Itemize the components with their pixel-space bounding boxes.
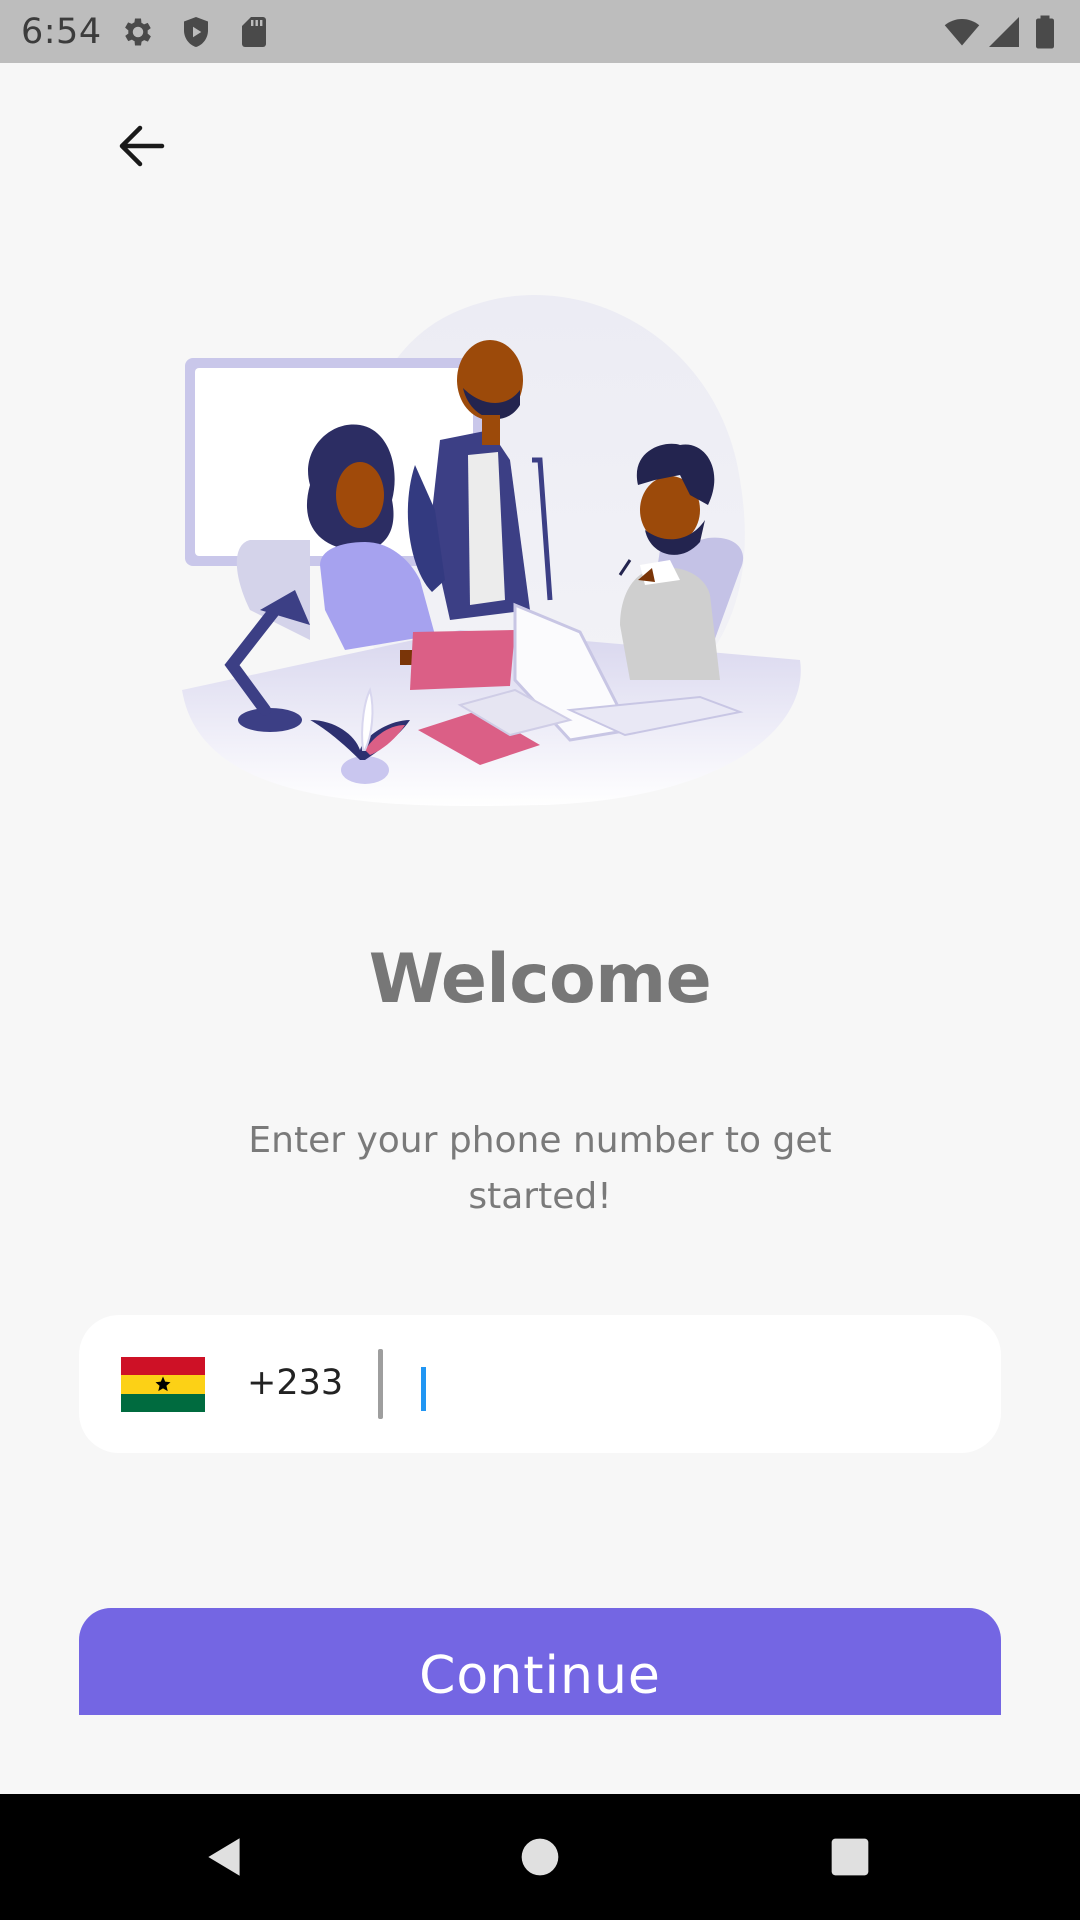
text-caret	[421, 1367, 426, 1411]
status-time: 6:54	[21, 12, 102, 52]
page-title: Welcome	[368, 940, 712, 1019]
back-button[interactable]	[104, 108, 180, 184]
arrow-left-icon	[119, 125, 165, 167]
system-home-button[interactable]	[505, 1822, 575, 1892]
ghana-flag-icon[interactable]	[121, 1357, 205, 1412]
battery-icon	[1036, 15, 1054, 49]
sd-card-icon	[242, 17, 266, 47]
wifi-icon	[944, 18, 980, 46]
home-circle-icon	[521, 1838, 559, 1876]
continue-label: Continue	[419, 1646, 661, 1706]
gear-icon	[125, 18, 151, 46]
subtitle: Enter your phone number to get started!	[248, 1120, 832, 1217]
country-dial-code[interactable]: +233	[247, 1363, 343, 1403]
back-triangle-icon	[208, 1838, 240, 1876]
phone-number-field[interactable]: +233	[79, 1315, 1001, 1453]
shield-icon	[184, 17, 208, 47]
system-nav-bar	[0, 1794, 1080, 1920]
system-back-button[interactable]	[190, 1822, 260, 1892]
black-star-icon	[155, 1376, 171, 1392]
signal-icon	[989, 17, 1019, 47]
field-divider	[378, 1349, 383, 1419]
recents-square-icon	[831, 1838, 869, 1876]
phone-number-input[interactable]	[409, 1345, 969, 1423]
team-meeting-illustration	[182, 295, 801, 807]
system-recents-button[interactable]	[815, 1822, 885, 1892]
continue-button[interactable]: Continue	[79, 1608, 1001, 1715]
status-bar: 6:54	[0, 0, 1080, 63]
